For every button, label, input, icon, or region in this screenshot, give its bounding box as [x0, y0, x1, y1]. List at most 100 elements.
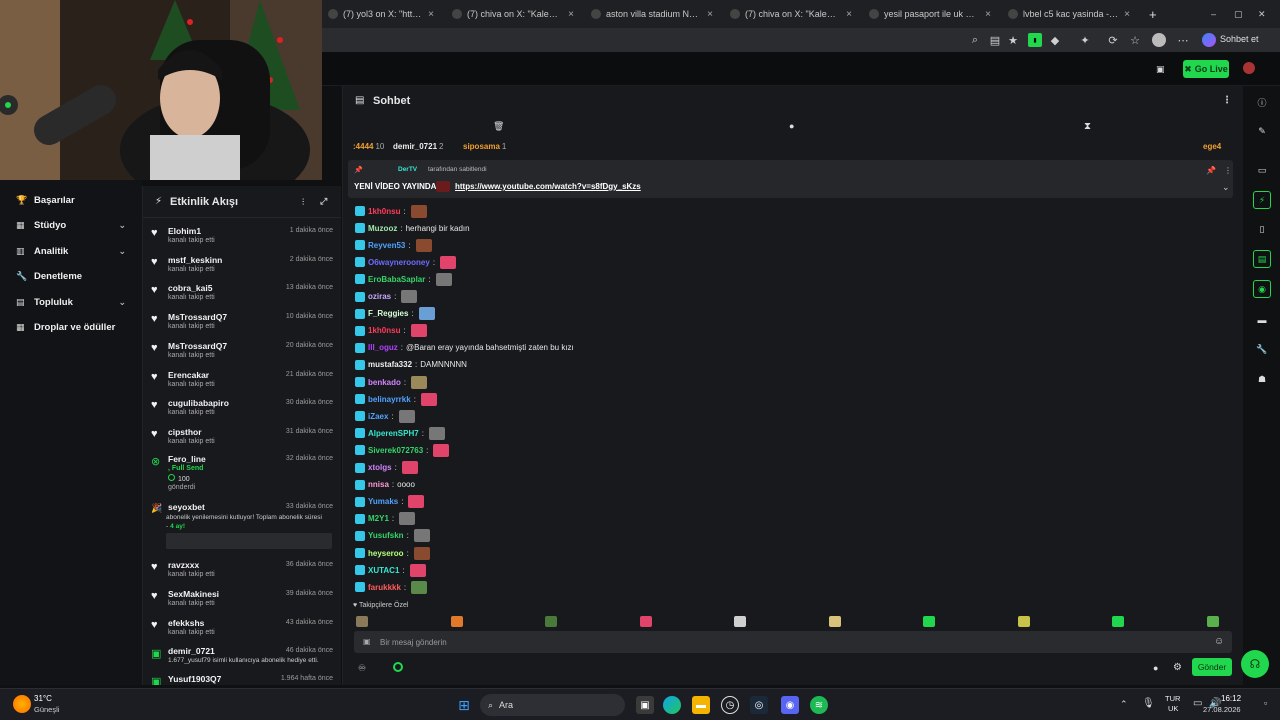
chat-username[interactable]: mustafa332: [368, 360, 412, 369]
points-icon[interactable]: ♾: [358, 663, 366, 674]
emote-option[interactable]: [1017, 616, 1030, 627]
browser-tab[interactable]: (7) yol3 on X: "https://t.co/b×: [322, 4, 440, 24]
keyboard-lang[interactable]: TUR: [1165, 694, 1180, 703]
chevron-down-icon[interactable]: ⌄: [118, 297, 126, 308]
zoom-icon[interactable]: ⌕: [968, 33, 982, 47]
emote-option[interactable]: [545, 616, 557, 627]
chat-fab-button[interactable]: ☊: [1241, 650, 1269, 678]
message-input[interactable]: ▣ Bir mesaj gönderin ☺: [354, 631, 1232, 653]
clock-app-icon[interactable]: ◷: [721, 696, 739, 714]
chat-username[interactable]: oziras: [368, 292, 391, 301]
chevron-down-icon[interactable]: ⌄: [118, 246, 126, 257]
popout-icon[interactable]: ⤢: [320, 196, 327, 207]
browser-tab[interactable]: (7) chiva on X: "Kaleci iyiydi×: [446, 4, 580, 24]
network-icon[interactable]: ▭: [1193, 698, 1202, 709]
edit-icon[interactable]: ✎: [1253, 122, 1271, 140]
user-avatar[interactable]: [1243, 62, 1255, 74]
filter-icon[interactable]: ⫶: [302, 197, 304, 208]
chat-settings-icon[interactable]: ▣: [363, 637, 371, 646]
bookmark-star-icon[interactable]: ★: [1006, 33, 1020, 47]
chat-username[interactable]: Siverek072763: [368, 446, 423, 455]
feed-event-user[interactable]: MsTrossardQ7: [168, 312, 227, 322]
emote-option[interactable]: [450, 616, 463, 627]
chat-username[interactable]: XUTAC1: [368, 566, 399, 575]
nav-item[interactable]: 🔧 Denetleme: [0, 265, 142, 289]
window-close-icon[interactable]: ✕: [1252, 4, 1266, 24]
chat-username[interactable]: 1kh0nsu: [368, 326, 400, 335]
clock-time[interactable]: 16:12: [1221, 694, 1241, 703]
chat-username[interactable]: belinayrrkk: [368, 395, 411, 404]
chat-username[interactable]: farukkkk: [368, 583, 401, 592]
steam-icon[interactable]: ◎: [750, 696, 768, 714]
unpin-icon[interactable]: 📌: [1206, 166, 1216, 175]
hourglass-icon[interactable]: ⧗: [1084, 121, 1091, 132]
nav-item[interactable]: 🏆 Başarılar: [0, 188, 142, 212]
more-menu-icon[interactable]: ⋯: [1176, 33, 1190, 47]
feed-event-user[interactable]: efekkshs: [168, 618, 204, 628]
chat-username[interactable]: lll_oguz: [368, 343, 398, 352]
chat-username[interactable]: Reyven53: [368, 241, 405, 250]
chat-username[interactable]: 1kh0nsu: [368, 207, 400, 216]
emote-option[interactable]: [639, 616, 652, 627]
spotify-icon[interactable]: ≋: [810, 696, 828, 714]
new-tab-button[interactable]: +: [1143, 4, 1159, 24]
chat-rail-icon[interactable]: ▤: [1253, 250, 1271, 268]
sohbet-et-button[interactable]: Sohbet et: [1220, 34, 1259, 44]
feed-event-user[interactable]: Yusuf1903Q7: [168, 674, 221, 684]
browser-tab[interactable]: (7) chiva on X: "Kaleci iyiydi×: [724, 4, 858, 24]
chat-username[interactable]: M2Y1: [368, 514, 389, 523]
edge-icon[interactable]: [663, 696, 681, 714]
feed-event-user[interactable]: MsTrossardQ7: [168, 341, 227, 351]
info-icon[interactable]: ⓘ: [1253, 93, 1271, 111]
extension-icon[interactable]: ▮: [1028, 33, 1042, 47]
chat-options-icon[interactable]: ●: [1153, 663, 1158, 673]
top-gifter[interactable]: :4444 10: [353, 142, 384, 151]
top-gifter[interactable]: ege4: [1203, 142, 1223, 151]
chat-username[interactable]: O6waynerooney: [368, 258, 430, 267]
emote-option[interactable]: [828, 616, 841, 627]
top-gifter[interactable]: siposama 1: [463, 142, 506, 151]
tab-close-icon[interactable]: ×: [701, 9, 713, 20]
nav-item[interactable]: ▦ Droplar ve ödüller: [0, 316, 142, 340]
wrench-icon[interactable]: 🔧: [1253, 340, 1271, 358]
go-live-button[interactable]: ✖ Go Live: [1183, 60, 1229, 78]
maximize-icon[interactable]: ▢: [1228, 4, 1242, 24]
chat-username[interactable]: xtolgs: [368, 463, 392, 472]
browser-tab[interactable]: aston villa stadium NERDE×: [585, 4, 719, 24]
task-view-icon[interactable]: ▣: [636, 696, 654, 714]
emote-option[interactable]: [1206, 616, 1219, 627]
browser-tab[interactable]: lvbel c5 kac yasinda - Googl×: [1002, 4, 1136, 24]
browser-tab[interactable]: yesil pasaport ile uk e girebi×: [863, 4, 997, 24]
chat-username[interactable]: F_Reggies: [368, 309, 408, 318]
chat-username[interactable]: Muzooz: [368, 224, 397, 233]
minimize-icon[interactable]: –: [1205, 4, 1219, 24]
chat-username[interactable]: heyseroo: [368, 549, 404, 558]
feed-event-user[interactable]: demir_0721: [168, 646, 215, 656]
mic-icon[interactable]: 🎙: [1142, 698, 1155, 709]
chat-username[interactable]: benkado: [368, 378, 401, 387]
target-icon[interactable]: ◉: [1253, 280, 1271, 298]
feed-event-user[interactable]: Elohim1: [168, 226, 201, 236]
taskbar-search[interactable]: ⌕ Ara: [480, 694, 625, 716]
weather-icon[interactable]: [13, 695, 31, 713]
tab-close-icon[interactable]: ×: [1118, 9, 1130, 20]
top-gifter[interactable]: demir_0721 2: [393, 142, 443, 151]
pinned-menu-icon[interactable]: ⋮: [1224, 166, 1232, 175]
camera-icon[interactable]: ▣: [1156, 64, 1165, 75]
chevron-down-icon[interactable]: ⌄: [1222, 182, 1230, 193]
feed-event-user[interactable]: Fero_line: [168, 454, 206, 464]
profile-avatar[interactable]: [1152, 33, 1166, 47]
feed-event-user[interactable]: mstf_keskinn: [168, 255, 222, 265]
chat-username[interactable]: Yusufskn: [368, 531, 404, 540]
emoji-icon[interactable]: ☺: [1214, 636, 1224, 647]
feed-event-user[interactable]: SexMakinesi: [168, 589, 219, 599]
channel-points-icon[interactable]: [393, 662, 403, 672]
sync-icon[interactable]: ⟳: [1106, 33, 1120, 47]
send-button[interactable]: Gönder: [1192, 658, 1232, 676]
feed-event-user[interactable]: Erencakar: [168, 370, 209, 380]
nav-item[interactable]: ▦ Stüdyo ⌄: [0, 214, 142, 238]
trash-icon[interactable]: 🗑: [493, 121, 504, 132]
emote-option[interactable]: [923, 616, 935, 627]
emote-option[interactable]: [734, 616, 746, 627]
feed-event-user[interactable]: ravzxxx: [168, 560, 199, 570]
